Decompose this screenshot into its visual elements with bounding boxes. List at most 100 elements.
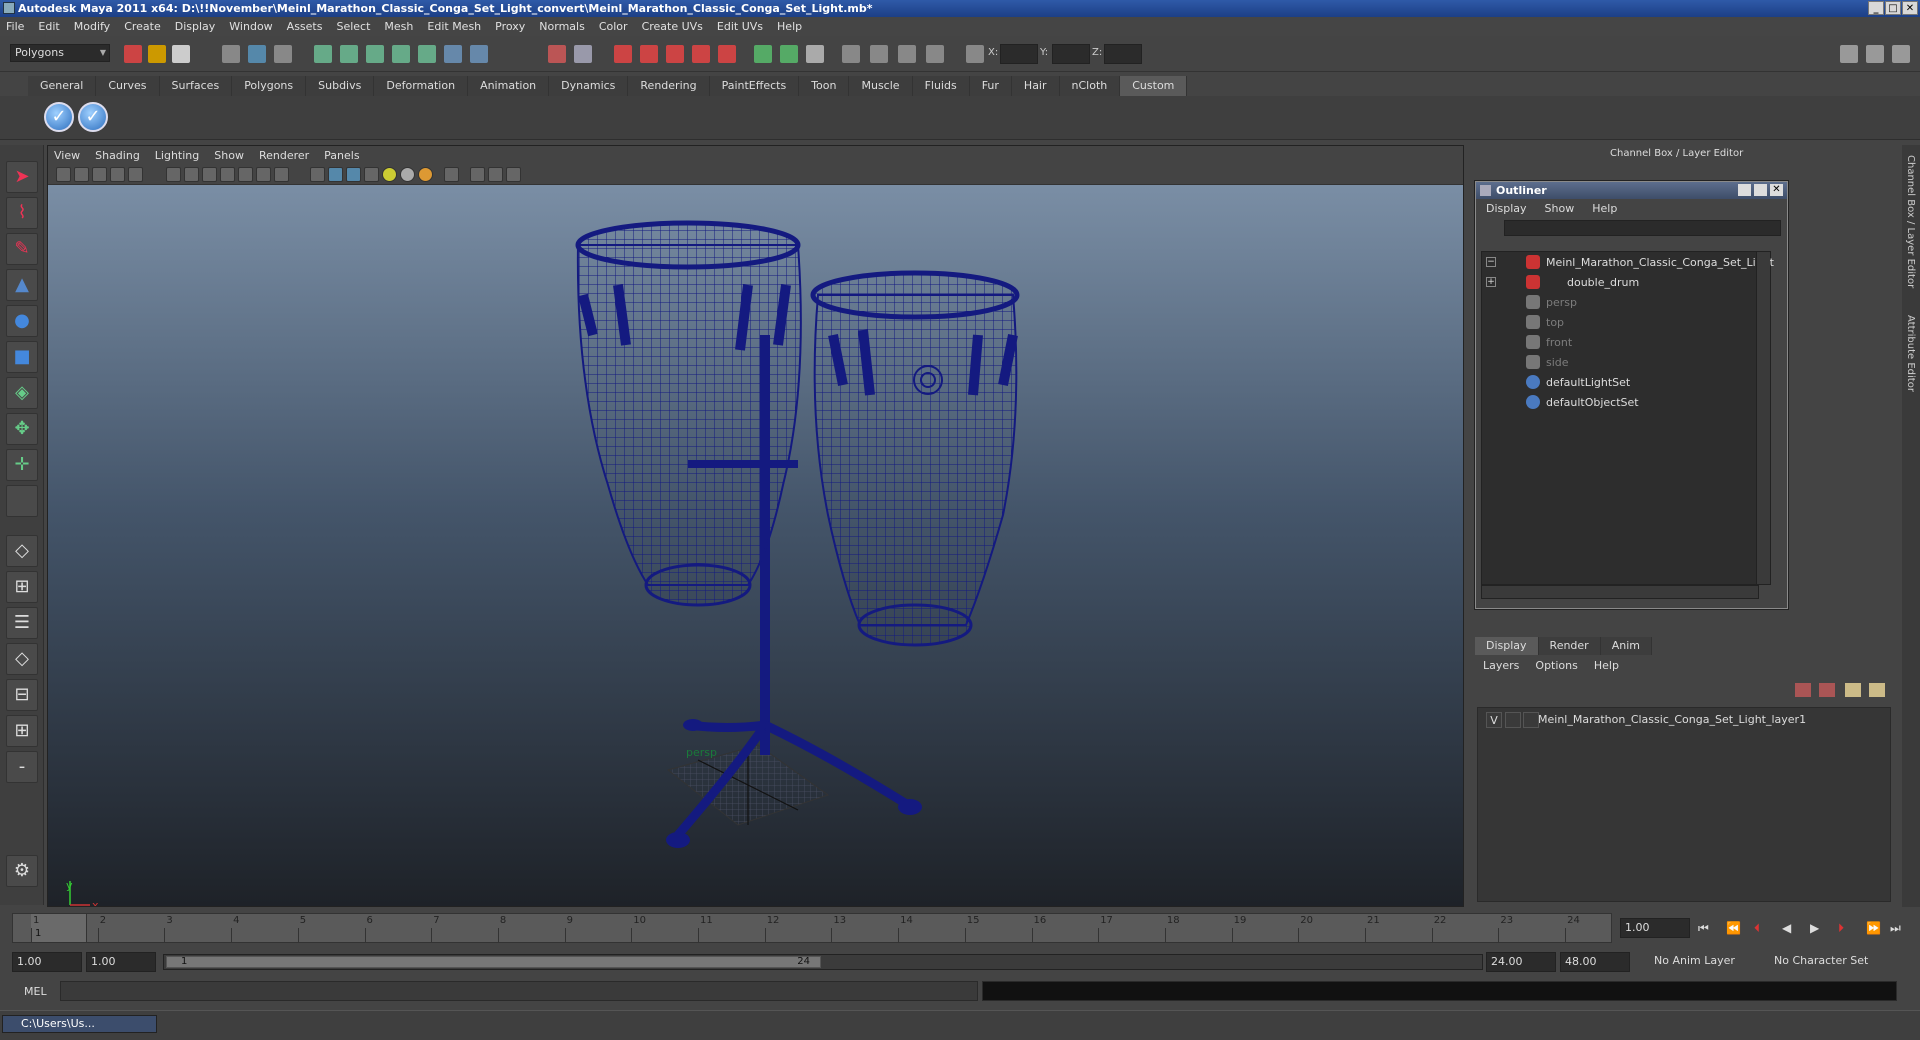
- step-back-icon[interactable]: ⏪: [1726, 921, 1741, 935]
- snap-curve-icon[interactable]: [340, 45, 358, 63]
- textures-icon[interactable]: [926, 45, 944, 63]
- snap-toggle-icon[interactable]: ⚙: [6, 855, 38, 887]
- shaded-cube-icon[interactable]: [328, 167, 343, 182]
- camera-select-icon[interactable]: [56, 167, 71, 182]
- outliner-filter-field[interactable]: [1504, 220, 1781, 236]
- viewport-menu-view[interactable]: View: [54, 149, 80, 162]
- viewport-menu-show[interactable]: Show: [214, 149, 244, 162]
- outliner-horizontal-scrollbar[interactable]: [1481, 585, 1759, 599]
- shelf-tab-polygons[interactable]: Polygons: [232, 76, 307, 96]
- single-pane-layout-icon[interactable]: ◇: [6, 535, 38, 567]
- wireframe-on-shaded-icon[interactable]: [202, 167, 217, 182]
- universal-manipulator-icon[interactable]: ◈: [6, 377, 38, 409]
- paint-icon[interactable]: [780, 45, 798, 63]
- wireframe-icon[interactable]: [166, 167, 181, 182]
- anim-start-field[interactable]: 1.00: [86, 952, 156, 972]
- time-slider[interactable]: 1 1 2 3 4 5 6 7 8 9 10 11 12 13 14 15 16 17 18 19 20 21 22 23 2…: [12, 913, 1612, 943]
- play-forwards-icon[interactable]: ▶: [1810, 921, 1819, 935]
- outliner-vertical-scrollbar[interactable]: [1756, 252, 1770, 584]
- xray-icon[interactable]: [220, 167, 235, 182]
- shelf-tab-deformation[interactable]: Deformation: [374, 76, 469, 96]
- end-time-field[interactable]: 24.00: [1486, 952, 1556, 972]
- layer-menu-layers[interactable]: Layers: [1483, 659, 1519, 672]
- outliner-item-persp[interactable]: persp: [1482, 293, 1770, 312]
- shelf-tab-animation[interactable]: Animation: [468, 76, 550, 96]
- ipr-render-icon[interactable]: [640, 45, 658, 63]
- snap-view-plane-icon[interactable]: [392, 45, 410, 63]
- step-back-key-icon[interactable]: ⏴: [1754, 921, 1760, 936]
- outliner-item-top[interactable]: top: [1482, 313, 1770, 332]
- sculpt-icon[interactable]: [754, 45, 772, 63]
- select-component-icon[interactable]: [274, 45, 292, 63]
- shelf-checkmark-button-2[interactable]: ✓: [78, 102, 108, 132]
- minimize-button[interactable]: _: [1868, 1, 1884, 15]
- layer-tab-anim[interactable]: Anim: [1600, 637, 1652, 655]
- shelf-tab-subdivs[interactable]: Subdivs: [306, 76, 375, 96]
- outliner-minimize-button[interactable]: [1738, 184, 1751, 196]
- show-tool-settings-icon[interactable]: [1866, 45, 1884, 63]
- make-live-icon[interactable]: [418, 45, 436, 63]
- rotate-tool-icon[interactable]: ●: [6, 305, 38, 337]
- shelf-tab-hair[interactable]: Hair: [1011, 76, 1060, 96]
- shelf-tab-toon[interactable]: Toon: [799, 76, 850, 96]
- close-button[interactable]: ✕: [1902, 1, 1918, 15]
- z-field[interactable]: [1104, 44, 1142, 64]
- image-plane-icon[interactable]: [110, 167, 125, 182]
- output-ops-icon[interactable]: [574, 45, 592, 63]
- camera-icon[interactable]: [842, 45, 860, 63]
- more-layouts-icon[interactable]: -: [6, 751, 38, 783]
- show-attribute-editor-icon[interactable]: [1840, 45, 1858, 63]
- graph-editor-layout-icon[interactable]: ⊞: [6, 715, 38, 747]
- render-frame-icon[interactable]: [614, 45, 632, 63]
- textured-icon[interactable]: [256, 167, 271, 182]
- shelf-checkmark-button-1[interactable]: ✓: [44, 102, 74, 132]
- outliner-item-front[interactable]: front: [1482, 333, 1770, 352]
- help-icon[interactable]: [470, 45, 488, 63]
- menu-edit[interactable]: Edit: [38, 20, 59, 33]
- select-tool-icon[interactable]: ➤: [6, 161, 38, 193]
- outliner-maximize-button[interactable]: [1754, 184, 1767, 196]
- camera-attributes-icon[interactable]: [74, 167, 89, 182]
- transform-field-icon[interactable]: [966, 45, 984, 63]
- outliner-item-root[interactable]: − Meinl_Marathon_Classic_Conga_Set_Light: [1482, 253, 1774, 272]
- new-scene-icon[interactable]: [124, 45, 142, 63]
- hypershade-icon[interactable]: [692, 45, 710, 63]
- select-hierarchy-icon[interactable]: [222, 45, 240, 63]
- move-tool-icon[interactable]: ▲: [6, 269, 38, 301]
- menu-create[interactable]: Create: [124, 20, 161, 33]
- menu-set-dropdown[interactable]: Polygons: [10, 44, 110, 62]
- shelf-tab-fluids[interactable]: Fluids: [912, 76, 970, 96]
- lights-icon[interactable]: [870, 45, 888, 63]
- xray-joints-icon[interactable]: [238, 167, 253, 182]
- textured-cube-icon[interactable]: [346, 167, 361, 182]
- history-icon[interactable]: [444, 45, 462, 63]
- shaders-icon[interactable]: [898, 45, 916, 63]
- new-layer-selected-icon[interactable]: [1819, 683, 1835, 697]
- shelf-tab-curves[interactable]: Curves: [96, 76, 160, 96]
- show-manipulator-icon[interactable]: ✛: [6, 449, 38, 481]
- outliner-item-double-drum[interactable]: + double_drum: [1482, 273, 1770, 292]
- step-forward-key-icon[interactable]: ⏵: [1838, 921, 1844, 936]
- shelf-tab-custom[interactable]: Custom: [1120, 76, 1188, 96]
- start-time-field[interactable]: 1.00: [12, 952, 82, 972]
- y-field[interactable]: [1052, 44, 1090, 64]
- frame-all-icon[interactable]: [488, 167, 503, 182]
- layer-up-icon[interactable]: [1845, 683, 1861, 697]
- menu-mesh[interactable]: Mesh: [384, 20, 413, 33]
- step-forward-icon[interactable]: ⏩: [1866, 921, 1881, 935]
- input-ops-icon[interactable]: [548, 45, 566, 63]
- layer-color-swatch[interactable]: [1523, 712, 1539, 728]
- side-tab-channel-box[interactable]: Channel Box / Layer Editor: [1905, 155, 1916, 288]
- share-icon[interactable]: [506, 167, 521, 182]
- outliner-item-defaultlightset[interactable]: defaultLightSet: [1482, 373, 1770, 392]
- scale-tool-icon[interactable]: ■: [6, 341, 38, 373]
- outliner-menu-display[interactable]: Display: [1486, 202, 1527, 215]
- collapse-icon[interactable]: −: [1486, 257, 1496, 267]
- menu-modify[interactable]: Modify: [74, 20, 110, 33]
- anim-layer-dropdown[interactable]: No Anim Layer: [1650, 952, 1762, 972]
- shelf-tab-painteffects[interactable]: PaintEffects: [709, 76, 800, 96]
- viewport-menu-renderer[interactable]: Renderer: [259, 149, 309, 162]
- maximize-button[interactable]: □: [1885, 1, 1901, 15]
- save-scene-icon[interactable]: [172, 45, 190, 63]
- outliner-close-button[interactable]: ✕: [1770, 184, 1783, 196]
